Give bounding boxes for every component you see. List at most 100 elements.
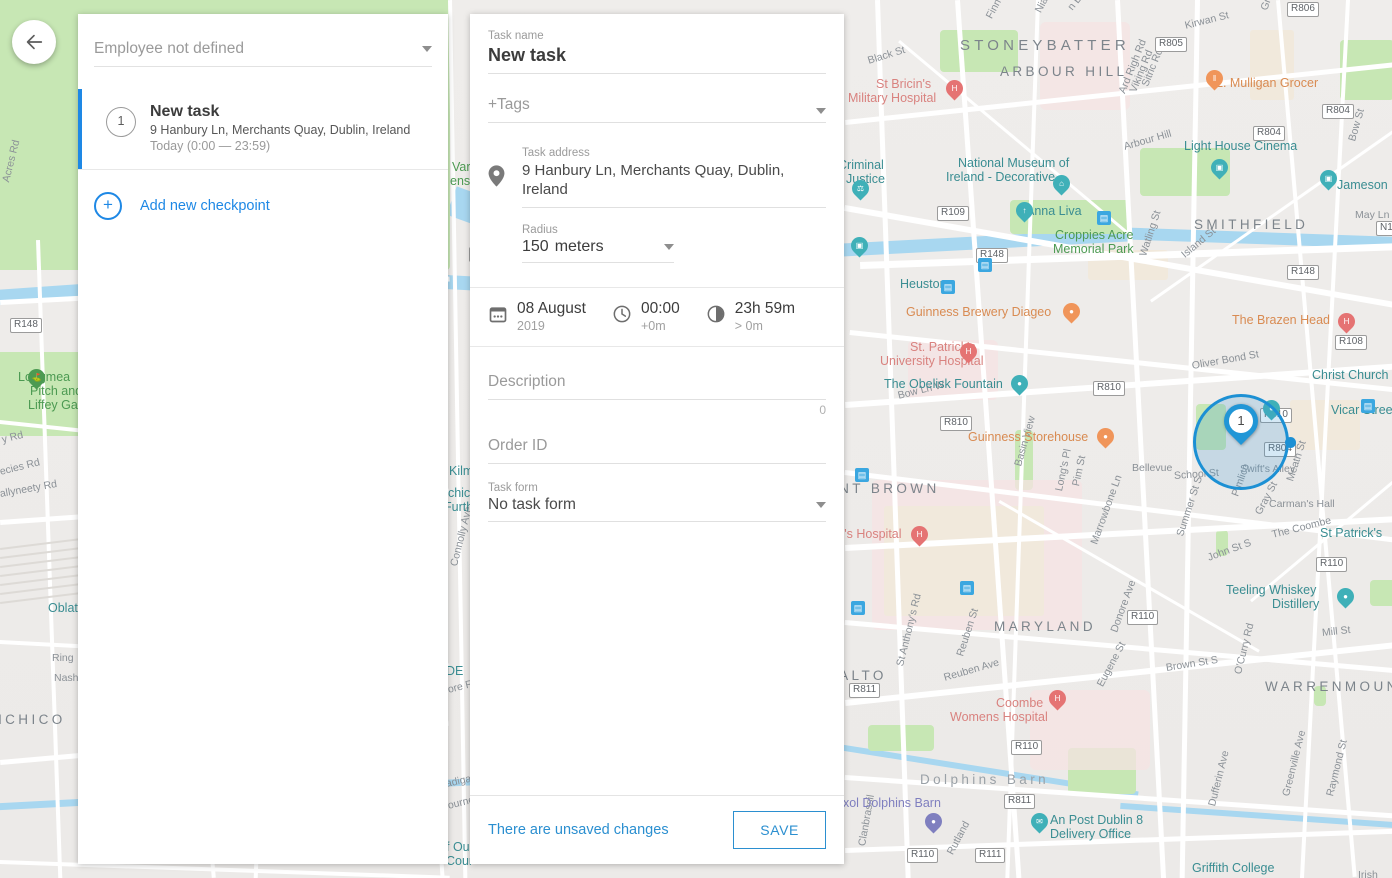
poi-marker-icon[interactable]: ● — [925, 813, 942, 836]
poi-label[interactable]: Teeling Whiskey — [1226, 583, 1316, 597]
poi-marker-icon[interactable]: H — [946, 80, 963, 103]
transit-station-icon[interactable]: ▤ — [1361, 399, 1375, 413]
poi-label[interactable]: An Post Dublin 8 — [1050, 813, 1143, 827]
date-year: 2019 — [517, 318, 586, 334]
marker-glyph: H — [960, 344, 977, 360]
poi-marker-icon[interactable]: H — [1049, 690, 1066, 713]
add-new-checkpoint-button[interactable]: + Add new checkpoint — [94, 192, 448, 220]
date-field[interactable]: 08 August 2019 — [488, 300, 586, 334]
task-name-field[interactable]: Task name New task — [488, 14, 826, 74]
poi-marker-icon[interactable]: H — [911, 526, 928, 549]
poi-label[interactable]: Womens Hospital — [950, 710, 1048, 724]
poi-marker-icon[interactable]: ↑ — [1016, 202, 1033, 225]
time-offset: +0m — [641, 318, 680, 334]
radius-value[interactable]: 150 — [522, 238, 549, 256]
poi-marker-icon[interactable]: H — [1338, 313, 1355, 336]
transit-station-icon[interactable]: ▤ — [855, 468, 869, 482]
order-id-field[interactable]: Order ID — [488, 417, 826, 464]
poi-marker-icon[interactable]: H — [960, 343, 977, 366]
poi-label[interactable]: s's Hospital — [838, 527, 902, 541]
transit-station-icon[interactable]: ▤ — [941, 280, 955, 294]
task-name-value[interactable]: New task — [488, 45, 826, 74]
transit-station-icon[interactable]: ▤ — [960, 581, 974, 595]
poi-label[interactable]: Ireland - Decorative... — [946, 170, 1066, 184]
plus-circle-icon: + — [94, 192, 122, 220]
poi-marker-icon[interactable]: ▣ — [1211, 159, 1228, 182]
poi-label[interactable]: Anna Liva — [1026, 204, 1082, 218]
neighborhood-label: SMITHFIELD — [1194, 217, 1308, 232]
poi-marker-icon[interactable]: ⌂ — [1053, 175, 1070, 198]
poi-label[interactable]: Var — [452, 160, 471, 174]
poi-label[interactable]: Jameson I — [1337, 178, 1392, 192]
poi-marker-icon[interactable]: ▣ — [1320, 170, 1337, 193]
poi-marker-icon[interactable]: ● — [1011, 375, 1028, 398]
task-details-panel: Task name New task +Tags Task address 9 … — [470, 14, 844, 864]
poi-label[interactable]: Guinness Storehouse — [968, 430, 1088, 444]
poi-marker-icon[interactable]: ● — [1063, 303, 1080, 326]
poi-label[interactable]: Light House Cinema — [1184, 139, 1297, 153]
poi-label[interactable]: Memorial Park — [1053, 242, 1134, 256]
poi-label[interactable]: Distillery — [1272, 597, 1319, 611]
radius-select[interactable]: 150 meters — [522, 238, 674, 263]
marker-glyph: ⌂ — [1053, 176, 1070, 192]
poi-marker-icon[interactable]: ● — [1097, 428, 1114, 451]
road-shield: R804 — [1253, 126, 1285, 141]
poi-label[interactable]: Military Hospital — [848, 91, 936, 105]
marker-glyph: ⛳ — [28, 370, 45, 386]
description-placeholder[interactable]: Description — [488, 373, 826, 400]
tags-select[interactable]: +Tags — [488, 96, 826, 123]
task-form-scroll-area: Task name New task +Tags Task address 9 … — [470, 14, 844, 795]
back-button[interactable] — [12, 20, 56, 64]
poi-label[interactable]: St Bricin's — [876, 77, 931, 91]
employee-select[interactable]: Employee not defined — [94, 40, 432, 67]
marker-number: 1 — [1229, 409, 1253, 433]
order-id-placeholder[interactable]: Order ID — [488, 437, 826, 464]
poi-label[interactable]: Croppies Acre — [1055, 228, 1134, 242]
neighborhood-label: NCHICO — [0, 712, 66, 727]
poi-label[interactable]: axol Dolphins Barn — [836, 796, 941, 810]
poi-label[interactable]: St Patrick's — [1320, 526, 1382, 540]
poi-marker-icon[interactable]: ‖ — [1206, 70, 1223, 93]
poi-label[interactable]: The Brazen Head — [1232, 313, 1330, 327]
task-address-field[interactable]: Task address 9 Hanbury Ln, Merchants Qua… — [488, 147, 826, 263]
poi-label[interactable]: National Museum of — [958, 156, 1069, 170]
poi-marker-icon[interactable]: ⛳ — [28, 369, 45, 392]
poi-label[interactable]: Griffith College — [1192, 861, 1274, 875]
task-form-select[interactable]: Task form No task form — [488, 482, 826, 522]
poi-label[interactable]: The Obelisk Fountain — [884, 377, 1003, 391]
description-counter: 0 — [488, 403, 826, 417]
poi-label[interactable]: L. Mulligan Grocer — [1216, 76, 1318, 90]
poi-label[interactable]: Furth — [444, 500, 473, 514]
checkpoint-item[interactable]: 1 New task 9 Hanbury Ln, Merchants Quay,… — [78, 89, 448, 170]
poi-marker-icon[interactable]: ⚖ — [852, 180, 869, 203]
arrow-left-icon — [23, 31, 45, 53]
poi-label[interactable]: Delivery Office — [1050, 827, 1131, 841]
save-button[interactable]: SAVE — [733, 811, 826, 849]
marker-glyph: ↑ — [1016, 203, 1033, 219]
description-field[interactable]: Description — [488, 347, 826, 400]
radius-drag-handle[interactable] — [1285, 437, 1296, 448]
task-form-label: Task form — [488, 482, 826, 494]
transit-station-icon[interactable]: ▤ — [978, 258, 992, 272]
poi-label[interactable]: Christ Church — [1312, 368, 1388, 382]
poi-marker-icon[interactable]: ▣ — [851, 237, 868, 260]
duration-field[interactable]: 23h 59m > 0m — [706, 300, 795, 334]
poi-marker-icon[interactable]: ✉ — [1031, 813, 1048, 836]
time-field[interactable]: 00:00 +0m — [612, 300, 680, 334]
poi-label[interactable]: Heuston — [900, 277, 947, 291]
checkpoint-address: 9 Hanbury Ln, Merchants Quay, Dublin, Ir… — [150, 123, 410, 137]
transit-station-icon[interactable]: ▤ — [851, 601, 865, 615]
task-address-value[interactable]: 9 Hanbury Ln, Merchants Quay, Dublin, Ir… — [522, 161, 826, 208]
map-pin-icon — [488, 165, 510, 263]
poi-label[interactable]: ens — [450, 174, 470, 188]
poi-label[interactable]: f Ou — [446, 840, 470, 854]
poi-label[interactable]: DE — [446, 664, 463, 678]
poi-label[interactable]: Liffey Ga — [28, 398, 78, 412]
street-label: Nash — [54, 672, 79, 684]
transit-station-icon[interactable]: ▤ — [1097, 211, 1111, 225]
poi-marker-icon[interactable]: ● — [1337, 588, 1354, 611]
poi-label[interactable]: Criminal — [838, 158, 884, 172]
poi-label[interactable]: Guinness Brewery Diageo — [906, 305, 1051, 319]
poi-label[interactable]: Coombe — [996, 696, 1043, 710]
task-location-marker[interactable]: 1 — [1224, 404, 1258, 450]
